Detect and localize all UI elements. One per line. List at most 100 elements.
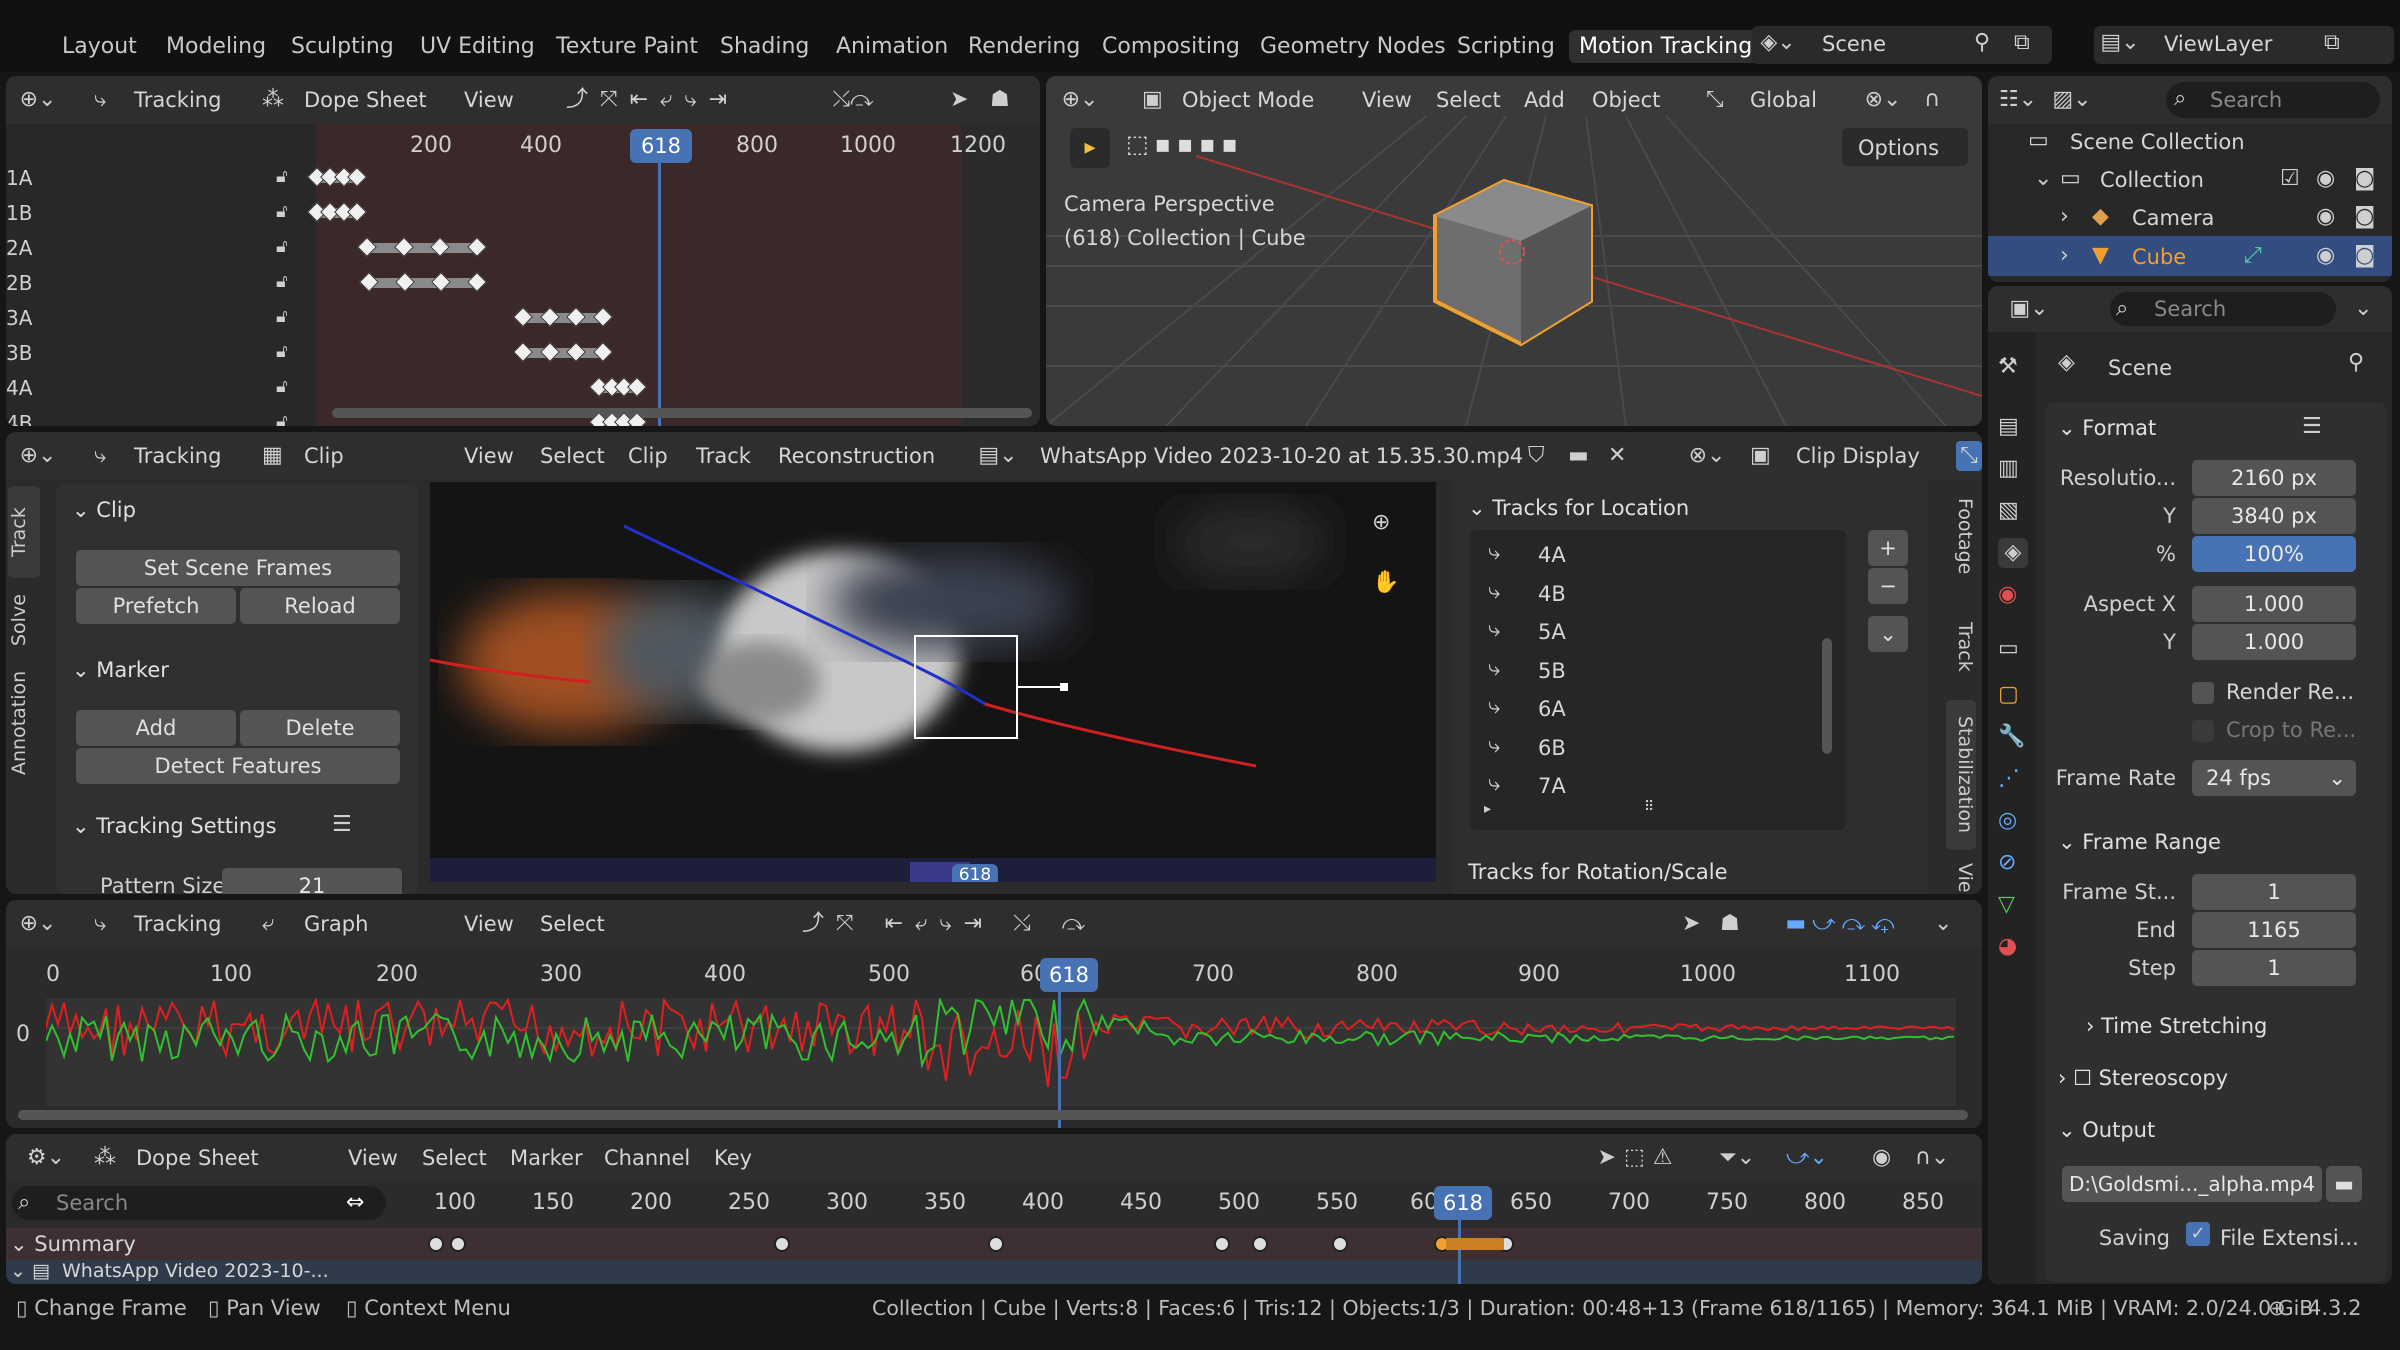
select-menu[interactable]: Select — [422, 1146, 487, 1170]
new-view-layer-icon[interactable]: ⧉ — [2324, 28, 2340, 58]
visibility-eye-icon[interactable]: ◉ — [2316, 164, 2335, 194]
new-scene-icon[interactable]: ⧉ — [2014, 28, 2030, 58]
object-mode-dropdown[interactable]: Object Mode — [1182, 88, 1314, 112]
select-menu[interactable]: Select — [540, 912, 605, 936]
scene-tab-icon[interactable]: ◈ — [1998, 538, 2028, 568]
clip-video-frame[interactable]: ⊕ ✋ 618 — [430, 482, 1436, 882]
collection-checkbox-icon[interactable]: ☑ — [2280, 164, 2300, 194]
tab-track-right[interactable]: Track — [1946, 612, 1976, 682]
workspace-tab-texture-paint[interactable]: Texture Paint — [556, 34, 698, 59]
select-menu[interactable]: Select — [540, 444, 605, 468]
clip-mode-dropdown[interactable]: Tracking — [134, 444, 221, 468]
tracks-rotation-header[interactable]: Tracks for Rotation/Scale — [1468, 860, 1728, 884]
presets-icon[interactable]: ☰ — [332, 810, 352, 840]
ghost-icon[interactable]: ☗ — [1720, 909, 1740, 939]
render-tab-icon[interactable]: ▤ — [1998, 412, 2019, 442]
clip-browse-icon[interactable]: ▤⌄ — [978, 441, 1018, 471]
graph-display-icons[interactable]: ▬⤻⤼⤽ — [1768, 909, 1918, 939]
pivot-icon[interactable]: ⊗⌄ — [1858, 85, 1908, 115]
format-section-header[interactable]: ⌄ Format — [2058, 416, 2156, 440]
workspace-tab-sculpting[interactable]: Sculpting — [291, 34, 394, 59]
track-list-item[interactable]: ⤷ 6B — [1480, 731, 1800, 765]
summary-keyframe[interactable] — [1252, 1236, 1268, 1252]
lock-icon[interactable]: 🔓︎ — [276, 337, 288, 367]
output-tab-icon[interactable]: ▥ — [1998, 454, 2019, 484]
tab-track[interactable]: Track — [8, 486, 40, 578]
material-tab-icon[interactable]: ◕ — [1998, 932, 2017, 962]
editor-type-icon[interactable]: ⚙⌄ — [26, 1143, 66, 1173]
reconstruction-menu[interactable]: Reconstruction — [778, 444, 935, 468]
track-list-scrollbar[interactable] — [1822, 638, 1832, 754]
clip-menu[interactable]: Clip — [628, 444, 668, 468]
lock-icon[interactable]: 🔓︎ — [276, 372, 288, 402]
close-clip-icon[interactable]: ✕ — [1608, 441, 1626, 471]
lock-icon[interactable]: 🔓︎ — [276, 407, 288, 426]
world-tab-icon[interactable]: ◉ — [1998, 580, 2017, 610]
clip-section-header[interactable]: ⌄ Clip — [72, 498, 136, 522]
clip-view-dropdown[interactable]: Clip — [304, 444, 344, 468]
collection-tab-icon[interactable]: ▭ — [1998, 634, 2019, 664]
overlay-toggle-icon[interactable]: ⤡ — [1956, 441, 1982, 471]
marker-menu[interactable]: Marker — [510, 1146, 583, 1170]
graph-mode-dropdown[interactable]: Tracking — [134, 912, 221, 936]
editor-type-icon[interactable]: ⊕⌄ — [18, 441, 58, 471]
workspace-tab-rendering[interactable]: Rendering — [968, 34, 1080, 59]
object-tab-icon[interactable]: ▢ — [1998, 680, 2019, 710]
aspect-y-field[interactable]: 1.000 — [2192, 624, 2356, 660]
keyframe-strip[interactable] — [368, 278, 476, 288]
workspace-tab-animation[interactable]: Animation — [836, 34, 948, 59]
pivot-icon[interactable]: ⊗⌄ — [1682, 441, 1732, 471]
graph-area[interactable] — [45, 996, 1956, 1106]
stereoscopy-header[interactable]: › ☐ Stereoscopy — [2058, 1066, 2228, 1090]
select-icon[interactable]: ➤ — [950, 85, 968, 115]
resolution-x-field[interactable]: 2160 px — [2192, 460, 2356, 496]
view-menu[interactable]: View — [464, 444, 514, 468]
outliner-scene-collection[interactable]: Scene Collection — [2070, 130, 2245, 154]
marker-section-header[interactable]: ⌄ Marker — [72, 658, 169, 682]
frame-step-field[interactable]: 1 — [2192, 950, 2356, 986]
format-presets-icon[interactable]: ☰ — [2302, 412, 2322, 442]
graph-options-icon[interactable]: ⌄ — [1934, 909, 1952, 939]
options-dropdown[interactable]: Options — [1842, 128, 1968, 166]
detect-features-button[interactable]: Detect Features — [76, 748, 400, 784]
pattern-size-field[interactable]: 21 — [222, 868, 402, 894]
summary-keyframe[interactable] — [1332, 1236, 1348, 1252]
lock-icon[interactable]: 🔓︎ — [276, 232, 288, 262]
physics-tab-icon[interactable]: ◎ — [1998, 806, 2017, 836]
tab-view[interactable]: Vie — [1946, 862, 1976, 894]
orientation-dropdown[interactable]: Global — [1750, 88, 1817, 112]
track-path-icons[interactable]: ⤯⤼ — [828, 85, 878, 115]
expand-collection-icon[interactable]: ⌄ — [2034, 164, 2052, 194]
tracks-location-header[interactable]: ⌄ Tracks for Location — [1468, 496, 1689, 520]
open-clip-icon[interactable]: ▬ — [1568, 441, 1589, 471]
workspace-tab-shading[interactable]: Shading — [720, 34, 809, 59]
tab-solve[interactable]: Solve — [8, 584, 40, 656]
expand-camera-icon[interactable]: › — [2060, 202, 2069, 232]
cube-eye-icon[interactable]: ◉ — [2316, 241, 2335, 271]
render-region-checkbox[interactable] — [2192, 682, 2214, 704]
time-stretching-header[interactable]: › Time Stretching — [2086, 1014, 2267, 1038]
editor-type-icon[interactable]: ⊕⌄ — [18, 909, 58, 939]
fake-user-icon[interactable]: ⛉ — [1528, 441, 1545, 471]
camera-eye-icon[interactable]: ◉ — [2316, 202, 2335, 232]
frame-end-field[interactable]: 1165 — [2192, 912, 2356, 948]
scene-selector[interactable]: ◈⌄ Scene ⚲ ⧉ — [1752, 26, 2052, 64]
dope-current-frame[interactable]: 618 — [1434, 1186, 1492, 1220]
workspace-tab-compositing[interactable]: Compositing — [1102, 34, 1240, 59]
resolution-y-field[interactable]: 3840 px — [2192, 498, 2356, 534]
frame-range-header[interactable]: ⌄ Frame Range — [2058, 830, 2221, 854]
summary-keyframe[interactable] — [428, 1236, 444, 1252]
only-selected-icons[interactable]: ➤⬚⚠ — [1584, 1143, 1694, 1173]
pan-hand-icon[interactable]: ✋ — [1372, 568, 1399, 598]
falloff-icon[interactable]: ∩⌄ — [1912, 1143, 1952, 1173]
resolution-percent-field[interactable]: 100% — [2192, 536, 2356, 572]
expand-cube-icon[interactable]: › — [2060, 241, 2069, 271]
editor-type-icon[interactable]: ⊕⌄ — [18, 85, 58, 115]
lock-icon[interactable]: 🔓︎ — [276, 267, 288, 297]
dope-mode-dropdown[interactable]: Dope Sheet — [136, 1146, 259, 1170]
keyframe-strip[interactable] — [522, 348, 602, 358]
view-layer-tab-icon[interactable]: ▧ — [1998, 496, 2019, 526]
editor-type-icon[interactable]: ⊕⌄ — [1060, 85, 1100, 115]
summary-keyframe[interactable] — [450, 1236, 466, 1252]
modifier-tab-icon[interactable]: 🔧 — [1998, 722, 2025, 752]
